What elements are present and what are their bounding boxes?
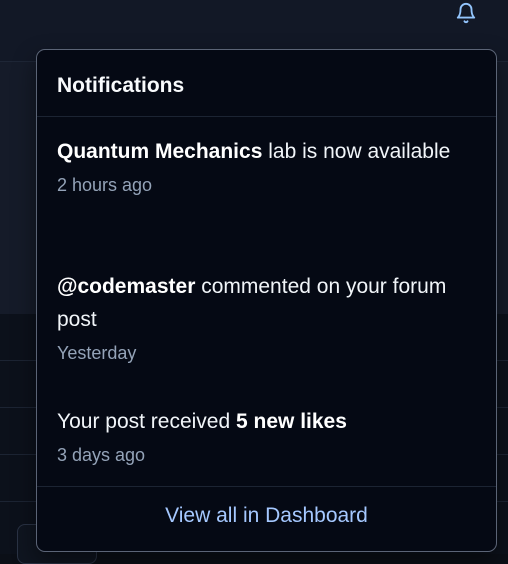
- notifications-list: Quantum Mechanics lab is now available 2…: [37, 117, 496, 487]
- notification-highlight: 5 new likes: [236, 410, 347, 433]
- view-all-dashboard-link[interactable]: View all in Dashboard: [165, 504, 368, 527]
- notification-text: lab is now available: [262, 140, 450, 163]
- notification-item-forum-comment[interactable]: @codemaster commented on your forum post…: [57, 270, 457, 365]
- notification-message: @codemaster commented on your forum post: [57, 270, 457, 336]
- notification-highlight: Quantum Mechanics: [57, 140, 262, 163]
- notification-message: Your post received 5 new likes: [57, 405, 457, 438]
- notifications-button[interactable]: [452, 0, 480, 26]
- notification-time: 2 hours ago: [57, 173, 457, 197]
- notification-item-lab-available[interactable]: Quantum Mechanics lab is now available 2…: [57, 135, 457, 197]
- notifications-title: Notifications: [57, 74, 496, 98]
- bell-icon: [455, 2, 477, 24]
- notification-item-post-likes[interactable]: Your post received 5 new likes 3 days ag…: [57, 405, 457, 467]
- notifications-dropdown: Notifications Quantum Mechanics lab is n…: [36, 49, 497, 552]
- notification-time: 3 days ago: [57, 443, 457, 467]
- notification-message: Quantum Mechanics lab is now available: [57, 135, 457, 168]
- notification-user: @codemaster: [57, 275, 195, 298]
- notification-text: Your post received: [57, 410, 236, 433]
- notification-time: Yesterday: [57, 341, 457, 365]
- notifications-footer: View all in Dashboard: [37, 486, 496, 552]
- notifications-header: Notifications: [37, 50, 496, 117]
